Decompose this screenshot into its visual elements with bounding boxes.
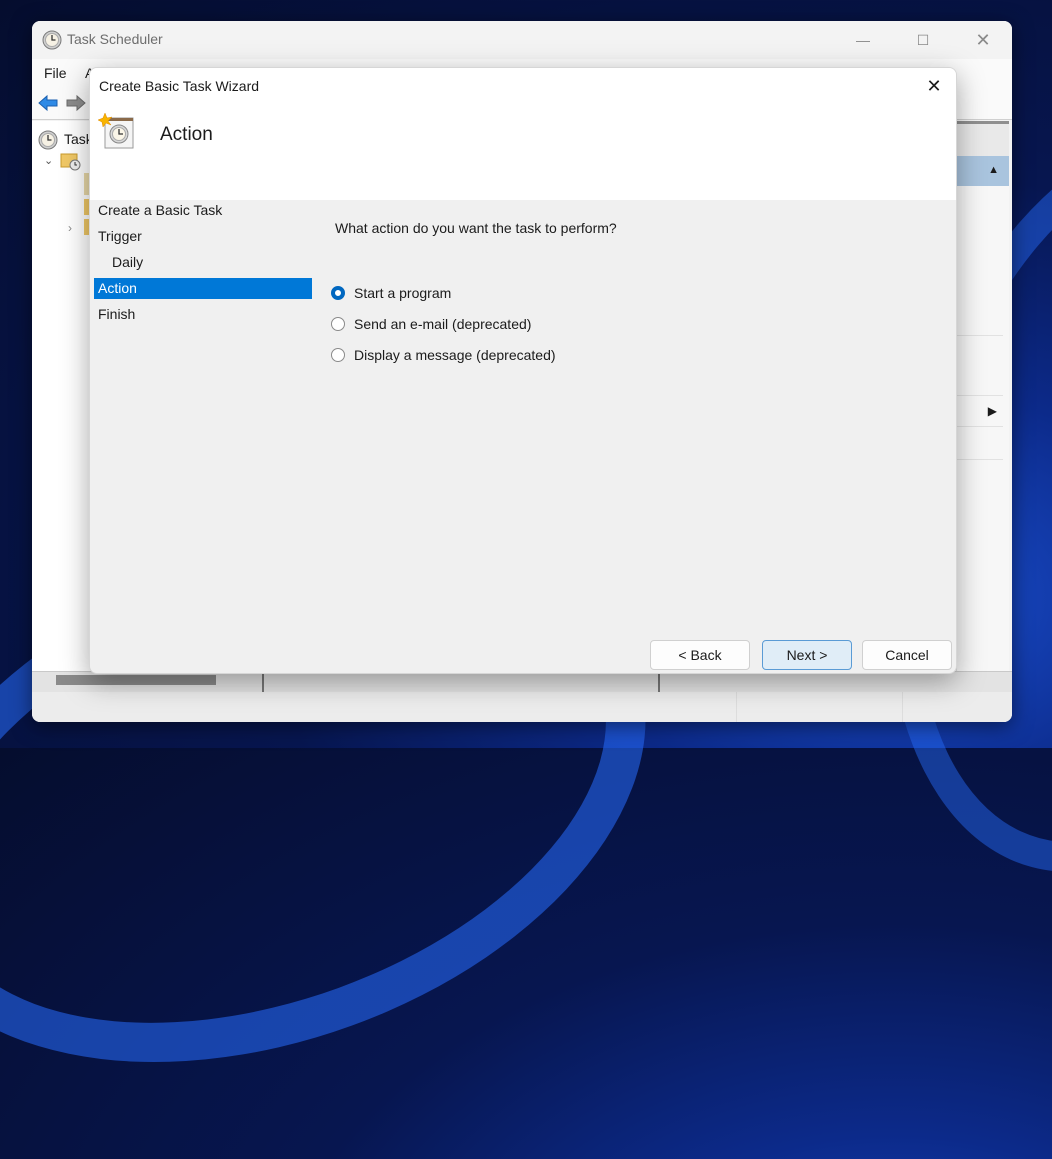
title-bar: Task Scheduler — ☐ ✕ — [32, 21, 1012, 59]
radio-unchecked-icon[interactable] — [331, 317, 345, 331]
wizard-title-bar: Create Basic Task Wizard ✕ — [90, 68, 956, 104]
step-finish[interactable]: Finish — [94, 304, 312, 325]
next-button[interactable]: Next > — [762, 640, 852, 670]
wizard-header: Action — [90, 104, 956, 200]
maximize-button[interactable]: ☐ — [900, 21, 946, 59]
new-task-icon — [97, 112, 138, 155]
clock-icon — [38, 130, 58, 153]
splitter[interactable] — [262, 672, 264, 692]
clock-icon — [42, 30, 62, 53]
radio-label: Start a program — [354, 285, 452, 301]
divider — [957, 459, 1003, 460]
back-button[interactable]: < Back — [650, 640, 750, 670]
step-trigger[interactable]: Trigger — [94, 226, 312, 247]
minimize-icon: — — [856, 32, 870, 48]
radio-label: Send an e-mail (deprecated) — [354, 316, 532, 332]
divider — [736, 692, 737, 722]
step-action[interactable]: Action — [94, 278, 312, 299]
wizard-steps: Create a Basic Task Trigger Daily Action… — [90, 200, 312, 673]
collapse-up-icon[interactable]: ▲ — [988, 164, 999, 176]
step-daily[interactable]: Daily — [94, 252, 312, 273]
radio-send-email[interactable]: Send an e-mail (deprecated) — [331, 316, 531, 332]
divider — [957, 426, 1003, 427]
folder-clock-icon — [60, 151, 82, 174]
wizard-content: What action do you want the task to perf… — [312, 200, 956, 673]
step-create-basic-task[interactable]: Create a Basic Task — [94, 200, 312, 221]
cancel-button[interactable]: Cancel — [862, 640, 952, 670]
divider — [902, 692, 903, 722]
create-basic-task-wizard: Create Basic Task Wizard ✕ Action Create… — [89, 67, 957, 674]
horizontal-scrollbars — [32, 671, 1012, 692]
menu-file[interactable]: File — [44, 65, 67, 81]
divider — [957, 335, 1003, 336]
radio-start-program[interactable]: Start a program — [331, 285, 451, 301]
action-question: What action do you want the task to perf… — [335, 220, 617, 236]
minimize-button[interactable]: — — [840, 21, 886, 59]
radio-checked-icon[interactable] — [331, 286, 345, 300]
wizard-close-button[interactable]: ✕ — [912, 68, 956, 104]
scrollbar-thumb[interactable] — [56, 675, 216, 685]
back-arrow-icon[interactable] — [38, 94, 58, 115]
forward-arrow-icon[interactable] — [66, 94, 86, 115]
close-button[interactable]: ✕ — [960, 21, 1006, 59]
maximize-icon: ☐ — [916, 31, 930, 48]
actions-pane: ▲ ▶ — [956, 121, 1009, 671]
submenu-arrow-icon[interactable]: ▶ — [988, 404, 997, 418]
wizard-page-heading: Action — [160, 124, 213, 145]
splitter[interactable] — [658, 672, 660, 692]
radio-display-message[interactable]: Display a message (deprecated) — [331, 347, 556, 363]
chevron-right-icon[interactable]: › — [68, 221, 72, 235]
close-icon: ✕ — [926, 75, 942, 96]
close-icon: ✕ — [975, 29, 991, 50]
status-bar — [32, 692, 1012, 722]
window-title: Task Scheduler — [67, 31, 163, 47]
wizard-title: Create Basic Task Wizard — [99, 78, 260, 94]
actions-section-selected[interactable]: ▲ — [957, 156, 1009, 186]
radio-unchecked-icon[interactable] — [331, 348, 345, 362]
radio-label: Display a message (deprecated) — [354, 347, 556, 363]
divider — [957, 395, 1003, 396]
chevron-down-icon[interactable]: ⌄ — [44, 154, 53, 167]
actions-header — [957, 121, 1009, 158]
